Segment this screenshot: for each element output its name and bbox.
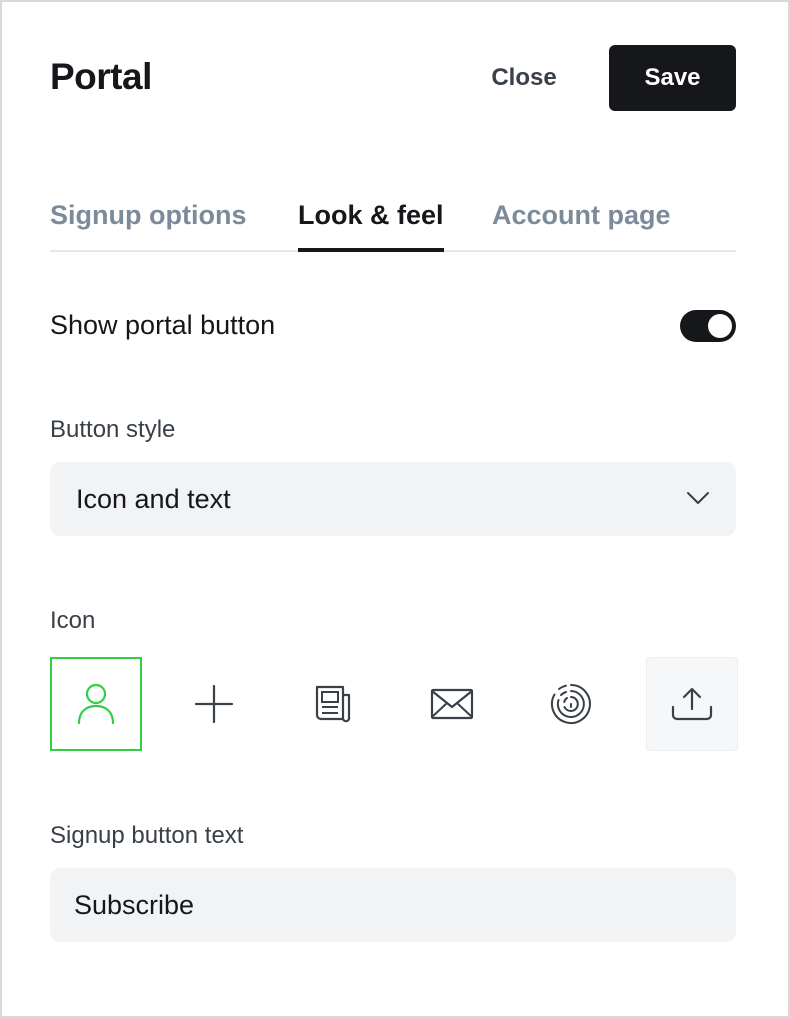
icon-option-upload[interactable] xyxy=(646,657,738,751)
envelope-icon xyxy=(430,688,474,720)
icon-label: Icon xyxy=(50,607,96,634)
icon-option-fingerprint[interactable] xyxy=(525,657,617,751)
button-style-value: Icon and text xyxy=(76,484,231,514)
icon-option-plus[interactable] xyxy=(168,657,260,751)
chevron-down-icon xyxy=(687,492,709,504)
upload-icon xyxy=(671,687,713,721)
button-style-select[interactable]: Icon and text xyxy=(50,462,736,536)
page-title: Portal xyxy=(50,56,152,97)
portal-settings-panel: Portal Close Save Signup options Look & … xyxy=(0,0,790,1018)
show-portal-button-toggle[interactable] xyxy=(680,310,736,342)
close-button[interactable]: Close xyxy=(472,45,576,111)
tab-bar: Signup options Look & feel Account page xyxy=(50,184,736,252)
tab-signup-options[interactable]: Signup options xyxy=(50,200,246,252)
user-icon xyxy=(77,683,115,725)
icon-option-envelope[interactable] xyxy=(406,657,498,751)
toggle-knob xyxy=(708,314,732,338)
save-button[interactable]: Save xyxy=(609,45,736,111)
icon-option-newspaper[interactable] xyxy=(287,657,379,751)
icon-option-user[interactable] xyxy=(50,657,142,751)
signup-button-text-label: Signup button text xyxy=(50,822,244,849)
newspaper-icon xyxy=(315,685,351,723)
plus-icon xyxy=(194,684,234,724)
signup-button-text-input[interactable] xyxy=(50,868,736,942)
button-style-label: Button style xyxy=(50,416,176,443)
show-portal-button-label: Show portal button xyxy=(50,310,276,340)
tab-look-and-feel[interactable]: Look & feel xyxy=(298,200,444,252)
fingerprint-icon xyxy=(550,684,591,724)
tab-account-page[interactable]: Account page xyxy=(492,200,671,252)
